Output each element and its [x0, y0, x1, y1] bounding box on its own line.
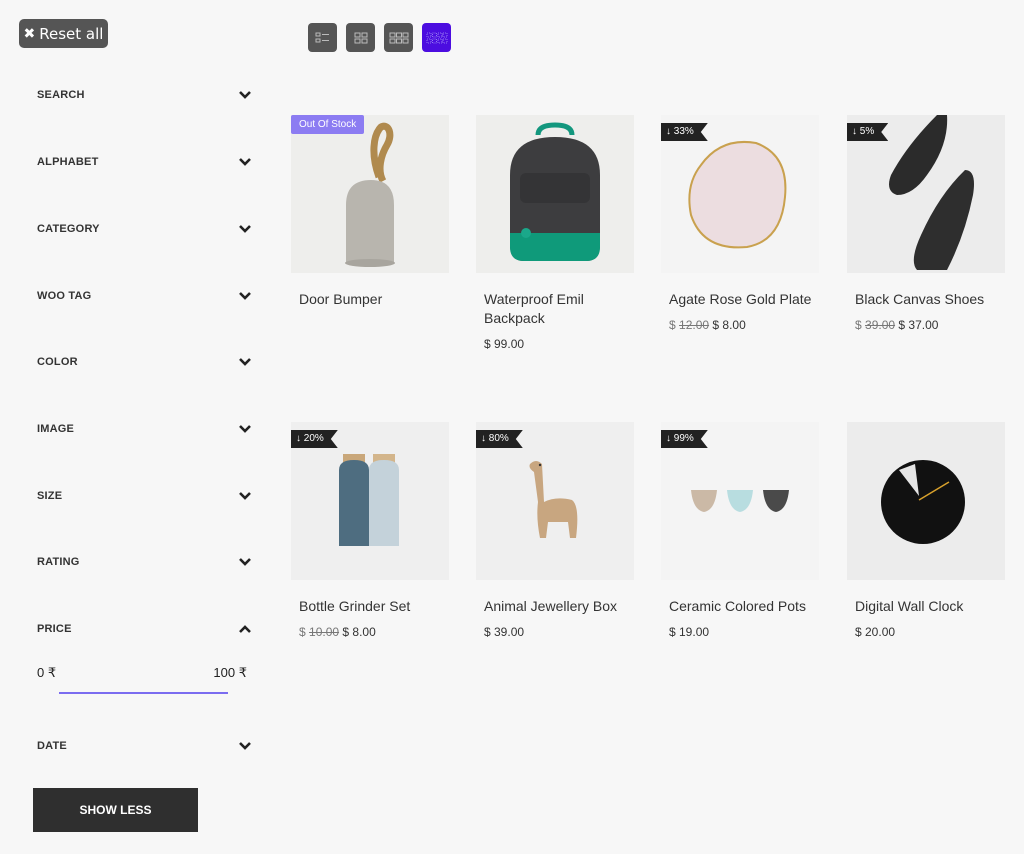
filter-label: CATEGORY	[37, 223, 100, 235]
product-name[interactable]: Bottle Grinder Set	[291, 597, 449, 616]
filter-label: DATE	[37, 740, 67, 752]
filter-rating[interactable]: RATING	[37, 552, 252, 572]
price-max-value: 100 ₹	[213, 665, 247, 680]
discount-badge: ↓ 80%	[476, 430, 523, 448]
product-name[interactable]: Digital Wall Clock	[847, 597, 1005, 616]
chevron-down-icon	[239, 358, 251, 366]
filter-label: PRICE	[37, 623, 72, 635]
list-view-icon	[315, 32, 329, 42]
product-card: Digital Wall Clock $ 20.00	[847, 422, 1005, 639]
product-name[interactable]: Door Bumper	[291, 290, 449, 309]
filter-label: ALPHABET	[37, 156, 99, 168]
product-image[interactable]: Out Of Stock	[291, 115, 449, 273]
clock-image	[847, 422, 1005, 580]
filter-category[interactable]: CATEGORY	[37, 219, 252, 239]
filter-label: RATING	[37, 556, 80, 568]
discount-badge: ↓ 20%	[291, 430, 338, 448]
product-price: $ 20.00	[847, 625, 1005, 639]
chevron-down-icon	[239, 425, 251, 433]
product-price: $ 12.00 $ 8.00	[661, 318, 819, 332]
old-price-currency: $	[855, 318, 862, 332]
product-image[interactable]: ↓ 5%	[847, 115, 1005, 273]
grid-4-icon	[426, 32, 447, 43]
show-less-button[interactable]: SHOW LESS	[33, 788, 198, 832]
product-name[interactable]: Agate Rose Gold Plate	[661, 290, 819, 309]
current-price: $ 39.00	[484, 625, 525, 639]
reset-all-label: Reset all	[39, 24, 104, 43]
view-mode-switcher	[308, 23, 451, 52]
current-price: $ 99.00	[484, 337, 525, 351]
filter-label: SIZE	[37, 490, 63, 502]
filter-size[interactable]: SIZE	[37, 486, 252, 506]
product-price: $ 19.00	[661, 625, 819, 639]
filter-image[interactable]: IMAGE	[37, 419, 252, 439]
old-price: 39.00	[865, 318, 896, 332]
filter-price[interactable]: PRICE	[37, 619, 252, 639]
product-name[interactable]: Black Canvas Shoes	[847, 290, 1005, 309]
grid-2-icon	[354, 32, 367, 43]
filter-search[interactable]: SEARCH	[37, 85, 252, 105]
view-grid-2-button[interactable]	[346, 23, 375, 52]
filter-date[interactable]: DATE	[37, 736, 252, 756]
product-card: ↓ 33% Agate Rose Gold Plate $ 12.00 $ 8.…	[661, 115, 819, 332]
discount-badge: ↓ 99%	[661, 430, 708, 448]
view-grid-3-button[interactable]	[384, 23, 413, 52]
product-card: ↓ 99% Ceramic Colored Pots $ 19.00	[661, 422, 819, 639]
old-price: 10.00	[309, 625, 340, 639]
product-name[interactable]: Ceramic Colored Pots	[661, 597, 819, 616]
filter-label: SEARCH	[37, 89, 85, 101]
current-price: $ 20.00	[855, 625, 896, 639]
filter-label: WOO TAG	[37, 290, 92, 302]
chevron-down-icon	[239, 292, 251, 300]
current-price: $ 8.00	[712, 318, 746, 332]
product-price: $ 99.00	[476, 337, 634, 351]
product-card: ↓ 80% Animal Jewellery Box $ 39.00	[476, 422, 634, 639]
old-price-currency: $	[669, 318, 676, 332]
old-price: 12.00	[679, 318, 710, 332]
filter-color[interactable]: COLOR	[37, 352, 252, 372]
current-price: $ 37.00	[898, 318, 939, 332]
chevron-up-icon	[239, 625, 251, 633]
product-image[interactable]: ↓ 80%	[476, 422, 634, 580]
chevron-down-icon	[239, 558, 251, 566]
chevron-down-icon	[239, 742, 251, 750]
price-min-value: 0 ₹	[37, 665, 57, 680]
product-name[interactable]: Animal Jewellery Box	[476, 597, 634, 616]
filter-woo-tag[interactable]: WOO TAG	[37, 286, 252, 306]
chevron-down-icon	[239, 492, 251, 500]
product-card: Waterproof Emil Backpack $ 99.00	[476, 115, 634, 351]
filter-alphabet[interactable]: ALPHABET	[37, 152, 252, 172]
chevron-down-icon	[239, 158, 251, 166]
door-bumper-image	[291, 115, 449, 273]
product-name[interactable]: Waterproof Emil Backpack	[476, 290, 634, 328]
filter-label: IMAGE	[37, 423, 75, 435]
chevron-down-icon	[239, 225, 251, 233]
price-range-values: 0 ₹ 100 ₹	[37, 665, 247, 681]
current-price: $ 19.00	[669, 625, 710, 639]
out-of-stock-badge: Out Of Stock	[291, 115, 365, 134]
product-card: ↓ 5% Black Canvas Shoes $ 39.00 $ 37.00	[847, 115, 1005, 332]
old-price-currency: $	[299, 625, 306, 639]
view-list-button[interactable]	[308, 23, 337, 52]
view-grid-4-button[interactable]	[422, 23, 451, 52]
discount-badge: ↓ 33%	[661, 123, 708, 141]
product-price: $ 10.00 $ 8.00	[291, 625, 449, 639]
product-image[interactable]	[847, 422, 1005, 580]
product-image[interactable]: ↓ 99%	[661, 422, 819, 580]
current-price: $ 8.00	[342, 625, 376, 639]
close-icon: ✖	[23, 25, 36, 42]
filter-label: COLOR	[37, 356, 78, 368]
grid-3-icon	[389, 32, 408, 43]
product-image[interactable]: ↓ 33%	[661, 115, 819, 273]
product-image[interactable]: ↓ 20%	[291, 422, 449, 580]
product-image[interactable]	[476, 115, 634, 273]
reset-all-button[interactable]: ✖ Reset all	[19, 19, 108, 48]
backpack-image	[476, 115, 634, 273]
product-price: $ 39.00	[476, 625, 634, 639]
product-card: Out Of Stock Door Bumper	[291, 115, 449, 309]
price-range-slider[interactable]	[59, 692, 228, 694]
product-price: $ 39.00 $ 37.00	[847, 318, 1005, 332]
product-card: ↓ 20% Bottle Grinder Set $ 10.00 $ 8.00	[291, 422, 449, 639]
chevron-down-icon	[239, 91, 251, 99]
